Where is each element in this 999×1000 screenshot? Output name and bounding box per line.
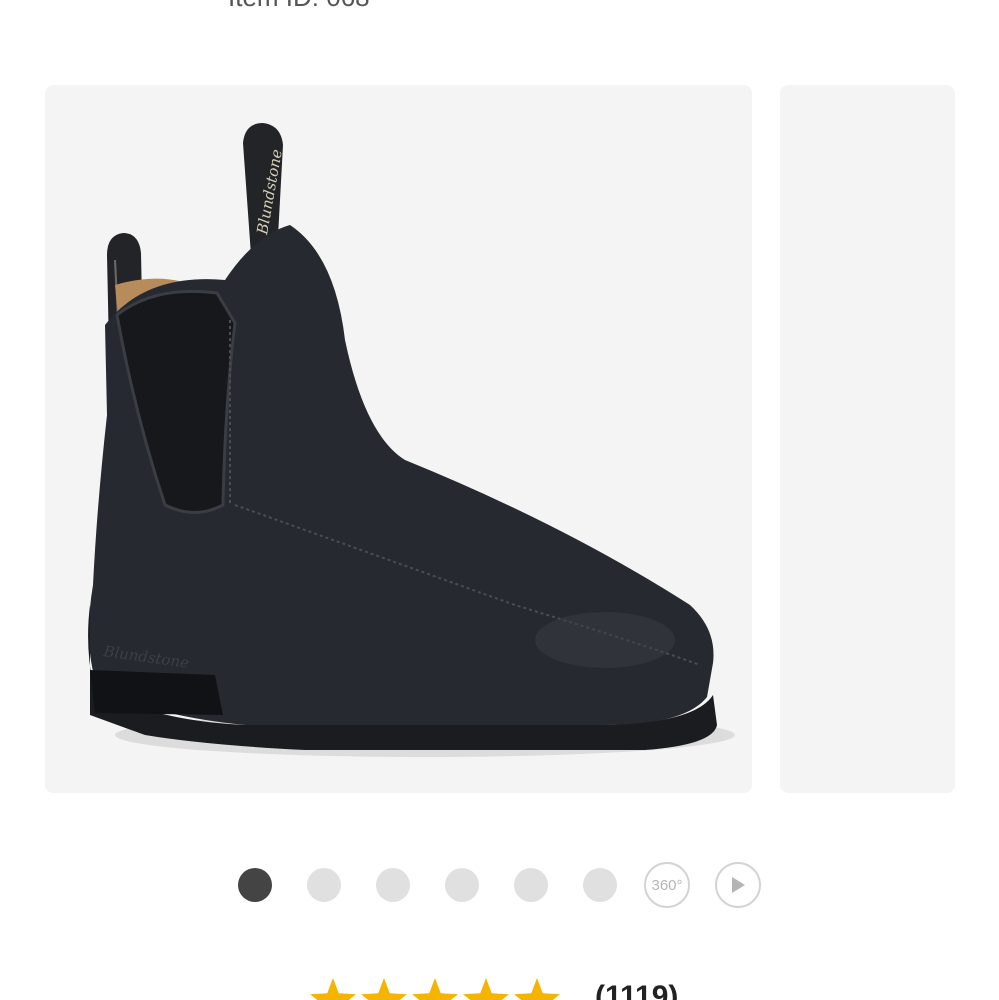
- product-rating[interactable]: (1119): [310, 978, 678, 1000]
- gallery-next-slide[interactable]: [780, 85, 955, 793]
- gallery-dot-4[interactable]: [445, 868, 479, 902]
- gallery-dot-3[interactable]: [376, 868, 410, 902]
- star-icon: [463, 978, 509, 1000]
- gallery-dot-1[interactable]: [238, 868, 272, 902]
- product-page: Item ID: 068 Blundstone: [0, 0, 999, 1000]
- item-id: Item ID: 068: [228, 0, 370, 13]
- gallery-dot-6[interactable]: [583, 868, 617, 902]
- gallery-pagination: 360°: [238, 860, 761, 910]
- boot-image: Blundstone Blundstone: [88, 123, 735, 757]
- gallery-main-slide[interactable]: Blundstone Blundstone: [45, 85, 752, 793]
- view-360-button[interactable]: 360°: [644, 862, 690, 908]
- play-icon: [732, 877, 745, 893]
- gallery-dot-5[interactable]: [514, 868, 548, 902]
- view-360-label: 360°: [651, 876, 683, 894]
- gallery-dot-2[interactable]: [307, 868, 341, 902]
- star-icon: [310, 978, 356, 1000]
- star-icon: [412, 978, 458, 1000]
- star-icon: [514, 978, 560, 1000]
- star-icon: [361, 978, 407, 1000]
- review-count-link[interactable]: (1119): [595, 980, 678, 1000]
- play-video-button[interactable]: [715, 862, 761, 908]
